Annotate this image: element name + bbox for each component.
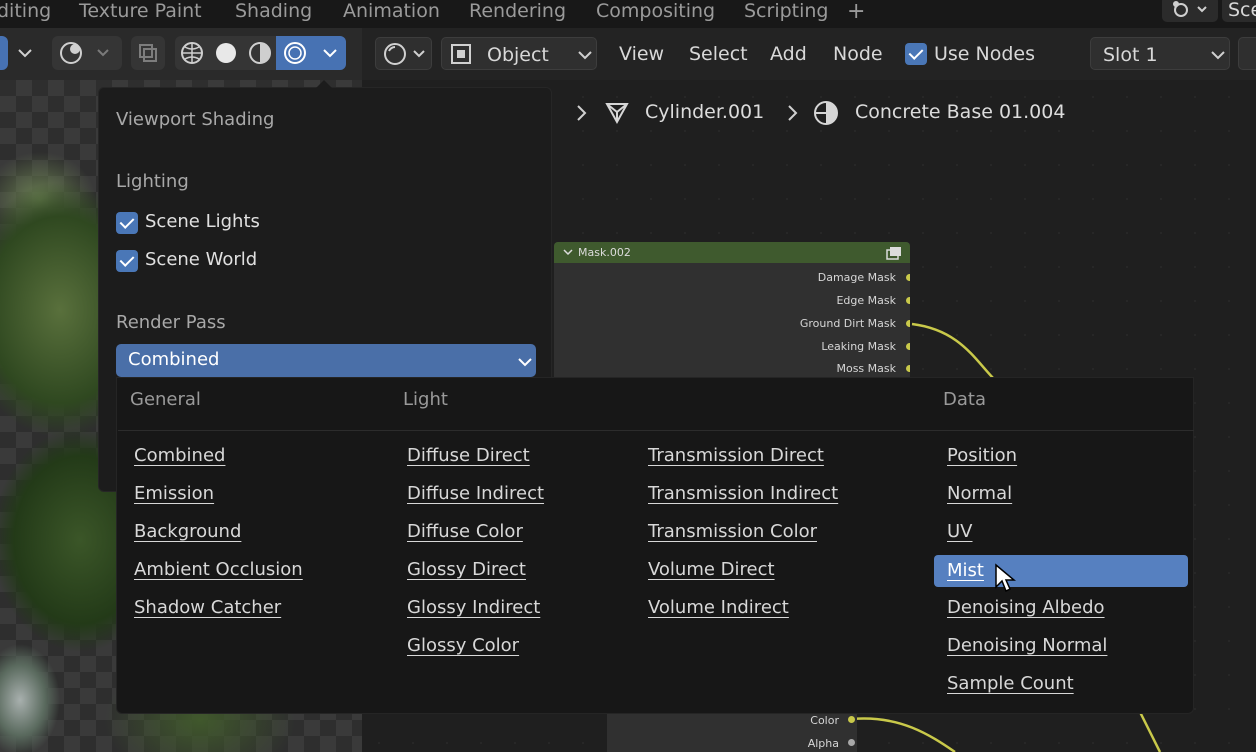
pass-item-emission[interactable]: Emission (130, 478, 385, 510)
column-header-light: Light (403, 389, 448, 410)
column-header-data: Data (943, 389, 986, 410)
menu-divider (118, 430, 1194, 431)
pass-item-glossy-color[interactable]: Glossy Color (403, 630, 633, 662)
pass-item-denoising-albedo[interactable]: Denoising Albedo (934, 592, 1188, 624)
socket-label-moss-mask: Moss Mask (836, 362, 896, 375)
scene-lights-label[interactable]: Scene Lights (145, 211, 260, 232)
pass-item-background[interactable]: Background (130, 516, 385, 548)
output-socket[interactable] (848, 739, 855, 746)
output-socket[interactable] (906, 274, 910, 281)
lighting-label: Lighting (116, 171, 189, 192)
socket-label-alpha: Alpha (807, 737, 839, 750)
socket-label-leaking-mask: Leaking Mask (821, 340, 896, 353)
mask-node-header[interactable]: Mask.002 (554, 242, 910, 263)
scene-world-checkbox[interactable] (116, 250, 138, 272)
pass-item-sample-count[interactable]: Sample Count (934, 668, 1188, 700)
pass-item-volume-indirect[interactable]: Volume Indirect (644, 592, 924, 624)
chevron-down-icon (518, 358, 532, 367)
output-socket[interactable] (906, 343, 910, 350)
pass-item-shadow-catcher[interactable]: Shadow Catcher (130, 592, 385, 624)
socket-label-color: Color (810, 714, 839, 727)
popover-arrow (314, 80, 334, 90)
scene-world-label[interactable]: Scene World (145, 249, 257, 270)
pass-item-ambient-occlusion[interactable]: Ambient Occlusion (130, 554, 385, 586)
pass-item-normal[interactable]: Normal (934, 478, 1188, 510)
mask-node-title: Mask.002 (578, 246, 631, 259)
pass-item-mist[interactable]: Mist (934, 555, 1188, 587)
socket-label-damage-mask: Damage Mask (817, 271, 896, 284)
output-socket[interactable] (906, 320, 910, 327)
pass-item-uv[interactable]: UV (934, 516, 1188, 548)
pass-item-volume-direct[interactable]: Volume Direct (644, 554, 924, 586)
output-socket[interactable] (906, 365, 910, 372)
node-group-icon[interactable] (886, 246, 902, 260)
collapse-chevron-icon[interactable] (563, 249, 573, 257)
scene-lights-checkbox[interactable] (116, 212, 138, 234)
pass-item-transmission-direct[interactable]: Transmission Direct (644, 440, 924, 472)
pass-item-denoising-normal[interactable]: Denoising Normal (934, 630, 1188, 662)
pass-item-transmission-indirect[interactable]: Transmission Indirect (644, 478, 924, 510)
socket-label-edge-mask: Edge Mask (836, 294, 896, 307)
pass-item-position[interactable]: Position (934, 440, 1188, 472)
render-pass-label: Render Pass (116, 312, 226, 333)
pass-item-combined[interactable]: Combined (130, 440, 385, 472)
output-socket[interactable] (848, 716, 855, 723)
popover-title: Viewport Shading (116, 109, 275, 130)
socket-label-ground-dirt-mask: Ground Dirt Mask (799, 317, 896, 330)
pass-item-diffuse-color[interactable]: Diffuse Color (403, 516, 633, 548)
mask-node[interactable]: Mask.002 Damage Mask Edge Mask Ground Di… (554, 242, 910, 382)
render-pass-dropdown[interactable]: Combined (116, 344, 536, 377)
pass-item-glossy-indirect[interactable]: Glossy Indirect (403, 592, 633, 624)
pass-item-diffuse-indirect[interactable]: Diffuse Indirect (403, 478, 633, 510)
render-pass-value: Combined (128, 349, 220, 370)
mouse-cursor-icon (995, 563, 1016, 593)
pass-item-diffuse-direct[interactable]: Diffuse Direct (403, 440, 633, 472)
pass-item-transmission-color[interactable]: Transmission Color (644, 516, 924, 548)
output-socket[interactable] (906, 297, 910, 304)
pass-item-glossy-direct[interactable]: Glossy Direct (403, 554, 633, 586)
column-header-general: General (130, 389, 201, 410)
